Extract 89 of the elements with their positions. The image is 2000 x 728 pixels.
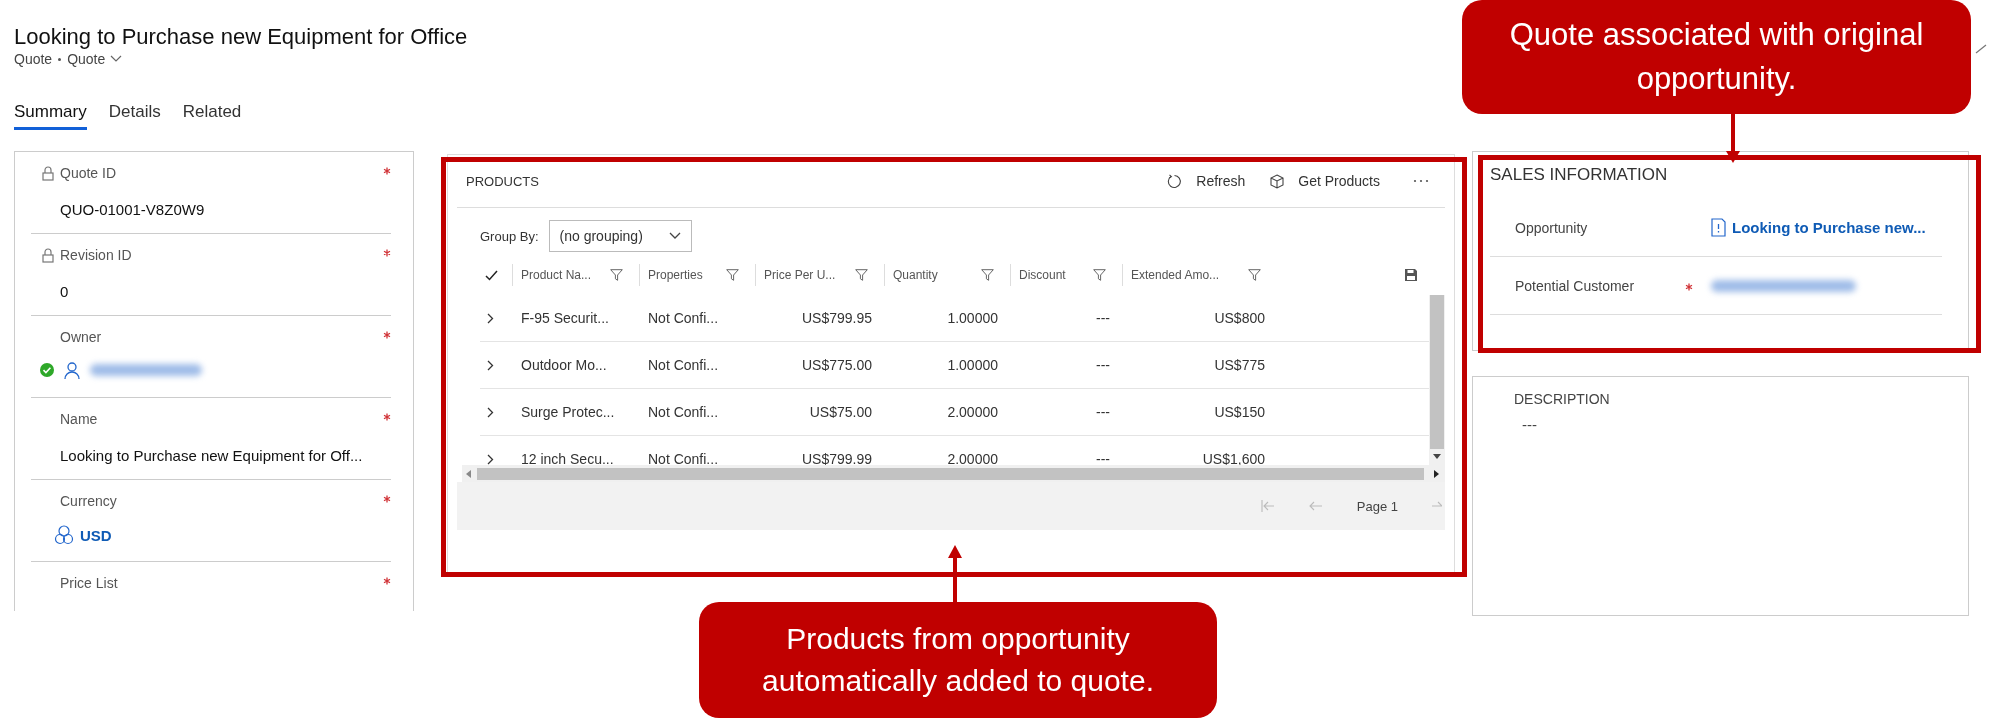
table-cell: Not Confi... [648, 404, 719, 420]
check-circle-icon [40, 363, 54, 377]
tab[interactable]: Details [108, 102, 161, 130]
table-cell: Surge Protec... [521, 404, 615, 420]
column-header[interactable]: Extended Amo... [1131, 268, 1220, 282]
chevron-right-icon[interactable] [487, 406, 494, 418]
table-cell: --- [1096, 357, 1110, 373]
page-number: Page 1 [1356, 498, 1398, 514]
more-icon[interactable] [1413, 179, 1429, 183]
table-cell: --- [1096, 310, 1110, 326]
tab[interactable]: Summary [14, 102, 87, 130]
callout: Quote associated with original opportunity. [1462, 0, 1971, 114]
table-cell: US$799.99 [801, 451, 872, 465]
field-label: Quote ID [60, 165, 118, 181]
chevron-right-icon[interactable] [487, 453, 494, 465]
field-label: Currency [60, 493, 118, 509]
filter-icon[interactable] [1248, 269, 1261, 281]
table-cell: F-95 Securit... [521, 310, 609, 326]
chevron-right-icon[interactable] [487, 359, 494, 371]
table-cell: 2.00000 [947, 404, 998, 420]
chevron-down-icon [110, 55, 123, 63]
table-cell: US$75.00 [809, 404, 872, 420]
tab[interactable]: Related [182, 102, 242, 130]
command-button[interactable]: Get Products [1270, 173, 1380, 189]
save-icon[interactable] [1405, 269, 1417, 281]
table-cell: US$1,600 [1202, 451, 1265, 465]
field-value: Looking to Purchase new Equipment for Off... [60, 447, 364, 464]
opportunity-link[interactable]: Looking to Purchase new... [1732, 219, 1926, 236]
table-cell: 1.00000 [947, 310, 998, 326]
field-label: Owner [60, 329, 103, 345]
table-cell: Not Confi... [648, 357, 719, 373]
section-title: PRODUCTS [466, 173, 539, 189]
table-cell: --- [1096, 404, 1110, 420]
chevron-down-icon [668, 232, 681, 240]
field-label: Revision ID [60, 247, 133, 263]
section-title: DESCRIPTION [1514, 391, 1611, 407]
group-by-label: Group By: [480, 228, 539, 244]
callout-arrow [1726, 113, 1740, 163]
command-button[interactable]: Refresh [1167, 173, 1246, 189]
form-selector[interactable]: Quote [67, 51, 123, 67]
person-icon [63, 361, 81, 379]
table-cell: US$150 [1214, 404, 1265, 420]
callout-arrow [948, 545, 962, 602]
table-cell: US$800 [1214, 310, 1265, 326]
cube-icon [1270, 173, 1285, 189]
table-cell: US$775 [1214, 357, 1265, 373]
callout: Products from opportunity automatically added to quote. [699, 602, 1217, 718]
filter-icon[interactable] [855, 269, 868, 281]
table-cell: US$775.00 [801, 357, 872, 373]
field-label: Name [60, 411, 99, 427]
scroll-down-icon[interactable] [1433, 454, 1441, 459]
chevron-right-icon[interactable] [487, 312, 494, 324]
scroll-left-icon[interactable] [466, 469, 471, 478]
filter-icon[interactable] [1093, 269, 1106, 281]
table-cell: Not Confi... [648, 451, 719, 465]
coins-icon [54, 525, 74, 545]
currency-link[interactable]: USD [80, 526, 112, 544]
table-cell: 2.00000 [947, 451, 998, 465]
table-cell: 12 inch Secu... [521, 451, 614, 465]
table-cell: Not Confi... [648, 310, 719, 326]
column-header[interactable]: Quantity [893, 268, 938, 282]
field-label: Potential Customer [1515, 277, 1636, 294]
field-value: QUO-01001-V8Z0W9 [60, 201, 206, 218]
select-all-check-icon[interactable] [485, 269, 498, 281]
filter-icon[interactable] [726, 269, 739, 281]
separator-dot [58, 57, 62, 61]
column-header[interactable]: Discount [1019, 268, 1066, 282]
group-by-dropdown[interactable]: (no grouping) [548, 220, 692, 252]
column-header[interactable]: Price Per U... [764, 268, 836, 282]
field-value: --- [1522, 416, 1538, 433]
column-header[interactable]: Properties [648, 268, 703, 282]
filter-icon[interactable] [610, 269, 623, 281]
scroll-right-icon[interactable] [1434, 469, 1439, 478]
entity-name: Quote [14, 51, 53, 67]
column-header[interactable]: Product Na... [521, 268, 592, 282]
vertical-scrollbar[interactable] [1429, 295, 1445, 465]
document-icon [1711, 218, 1726, 237]
table-cell: Outdoor Mo... [521, 357, 607, 373]
record-title: Looking to Purchase new Equipment for Office [14, 24, 468, 50]
field-label: Price List [60, 575, 119, 591]
table-cell: 1.00000 [947, 357, 998, 373]
filter-icon[interactable] [981, 269, 994, 281]
field-label: Opportunity [1515, 219, 1589, 236]
table-cell: US$799.95 [801, 310, 872, 326]
field-value: 0 [60, 283, 70, 300]
refresh-icon [1167, 173, 1183, 189]
horizontal-scrollbar[interactable] [462, 465, 1445, 482]
table-cell: --- [1096, 451, 1110, 465]
section-title: SALES INFORMATION [1490, 165, 1669, 186]
